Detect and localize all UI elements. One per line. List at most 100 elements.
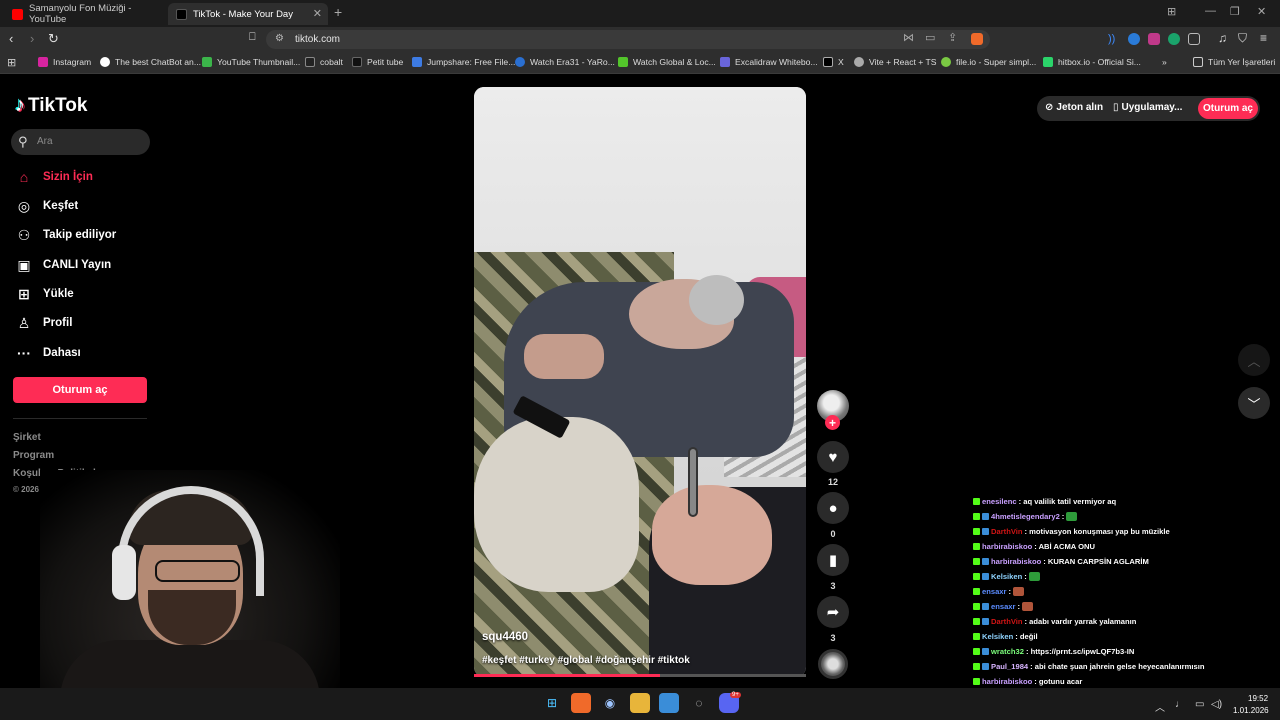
chat-username[interactable]: enesilenc	[982, 497, 1017, 506]
chat-username[interactable]: ensaxr	[982, 587, 1007, 596]
all-bookmarks-folder[interactable]: Tüm Yer İşaretleri	[1193, 57, 1275, 67]
follow-plus-icon[interactable]: +	[825, 415, 840, 430]
sidebar-toggle-icon[interactable]	[1188, 33, 1200, 45]
extension-green-icon[interactable]	[1168, 33, 1180, 45]
bookmark-excalidraw[interactable]: Excalidraw Whitebo...	[720, 57, 818, 67]
microphone-icon[interactable]: ♩	[1175, 699, 1185, 710]
file-explorer-icon[interactable]	[630, 693, 650, 713]
chat-badge-icon	[973, 513, 980, 520]
brave-taskbar-icon[interactable]	[571, 693, 591, 713]
video-caption[interactable]: #keşfet #turkey #global #doğanşehir #tik…	[482, 655, 690, 666]
new-tab-button[interactable]: +	[334, 4, 342, 20]
chat-username[interactable]: DarthVin	[991, 527, 1023, 536]
tab-search-icon[interactable]: ⊞	[1167, 5, 1176, 18]
media-icon[interactable]: ⋈	[903, 31, 914, 44]
bookmark-jumpshare[interactable]: Jumpshare: Free File...	[412, 57, 515, 67]
bookmark-instagram[interactable]: Instagram	[38, 57, 91, 67]
tiktok-logo[interactable]: ♪ TikTok	[15, 94, 87, 117]
music-disc-icon[interactable]	[818, 649, 848, 679]
site-info-icon[interactable]: ⚙	[275, 33, 284, 44]
person-icon: ♙	[17, 314, 31, 331]
footer-program-link[interactable]: Program	[13, 450, 54, 461]
get-app-button[interactable]: ▯ Uygulamay...	[1113, 102, 1182, 113]
volume-icon[interactable]: ◁)	[1211, 699, 1222, 710]
bookmark-vite[interactable]: Vite + React + TS	[854, 57, 937, 67]
nav-following[interactable]: ⚇ Takip ediliyor	[14, 224, 117, 246]
minimize-icon[interactable]: —	[1205, 5, 1216, 17]
close-window-icon[interactable]: ✕	[1257, 5, 1266, 18]
chat-username[interactable]: wratch32	[991, 647, 1024, 656]
chat-username[interactable]: harbirabiskoo	[982, 542, 1032, 551]
close-tab-icon[interactable]: ✕	[313, 7, 322, 20]
comment-button[interactable]: ●	[817, 492, 849, 524]
address-bar[interactable]	[266, 30, 990, 49]
windows-start-icon[interactable]: ⊞	[542, 693, 562, 713]
save-button[interactable]: ▮	[817, 544, 849, 576]
network-icon[interactable]: ▭	[1195, 699, 1204, 710]
app-clock-icon[interactable]: ◌	[689, 693, 709, 713]
steam-icon[interactable]: ◉	[600, 693, 620, 713]
chat-username[interactable]: harbirabiskoo	[991, 557, 1041, 566]
login-button[interactable]: Oturum aç	[13, 377, 147, 403]
brave-shield-icon[interactable]	[971, 33, 983, 45]
bookmark-chatbot[interactable]: The best ChatBot an...	[100, 57, 201, 67]
nav-live[interactable]: ▣ CANLI Yayın	[14, 254, 111, 276]
nav-for-you[interactable]: ⌂ Sizin İçin	[14, 166, 93, 188]
bookmark-era31[interactable]: Watch Era31 - YaRo...	[515, 57, 615, 67]
nav-more[interactable]: ··· Dahası	[14, 342, 81, 364]
nav-profile[interactable]: ♙ Profil	[14, 312, 73, 334]
chat-username[interactable]: harbirabiskoo	[982, 677, 1032, 686]
bookmark-fileio[interactable]: file.io - Super simpl...	[941, 57, 1036, 67]
forward-icon[interactable]: ›	[30, 31, 34, 46]
reload-icon[interactable]: ↻	[48, 31, 59, 47]
tab-youtube[interactable]: Samanyolu Fon Müziği - YouTube	[4, 3, 164, 25]
nav-upload[interactable]: ⊞ Yükle	[14, 283, 74, 305]
extension-wave-icon[interactable]: ))	[1108, 33, 1120, 45]
music-icon[interactable]: ♫	[1218, 31, 1227, 45]
footer-company-link[interactable]: Şirket	[13, 432, 41, 443]
apps-grid-icon[interactable]: ⊞	[7, 56, 16, 69]
video-author[interactable]: squ4460	[482, 631, 528, 643]
chat-username[interactable]: Kelsiken	[982, 632, 1013, 641]
chat-username[interactable]: Kelsiken	[991, 572, 1022, 581]
bookmark-youtube-thumbnail[interactable]: YouTube Thumbnail...	[202, 57, 300, 67]
bookmark-page-icon[interactable]: ⎕	[249, 31, 256, 44]
share-button[interactable]: ➦	[817, 596, 849, 628]
chat-username[interactable]: ensaxr	[991, 602, 1016, 611]
search-input[interactable]	[11, 129, 150, 155]
back-icon[interactable]: ‹	[9, 31, 13, 46]
coin-icon: ⊘	[1045, 102, 1054, 113]
bookmark-hitbox[interactable]: hitbox.io - Official Si...	[1043, 57, 1141, 67]
tab-tiktok[interactable]: TikTok - Make Your Day ✕	[168, 3, 328, 25]
video-player[interactable]	[474, 87, 806, 677]
get-coins-button[interactable]: ⊘ Jeton alın	[1045, 102, 1103, 113]
bookmark-cobalt[interactable]: cobalt	[305, 57, 343, 67]
thumbnail-icon	[202, 57, 212, 67]
next-video-button[interactable]: ﹀	[1238, 387, 1270, 419]
share-icon[interactable]: ⇪	[948, 31, 957, 44]
menu-icon[interactable]: ≡	[1260, 31, 1267, 45]
extension-pink-icon[interactable]	[1148, 33, 1160, 45]
x-icon	[823, 57, 833, 67]
cast-icon[interactable]: ▭	[925, 31, 935, 44]
previous-video-button[interactable]: ︿	[1238, 344, 1270, 376]
chat-message: 4hmetislegendary2:	[973, 512, 1078, 521]
chat-username[interactable]: DarthVin	[991, 617, 1023, 626]
bookmark-petit-tube[interactable]: Petit tube	[352, 57, 403, 67]
more-bookmarks-button[interactable]: »	[1162, 57, 1167, 67]
extension-blue-icon[interactable]	[1128, 33, 1140, 45]
top-login-button[interactable]: Oturum aç	[1198, 98, 1258, 119]
photos-icon[interactable]	[659, 693, 679, 713]
maximize-icon[interactable]: ❐	[1230, 5, 1240, 18]
chat-username[interactable]: 4hmetislegendary2	[991, 512, 1060, 521]
like-button[interactable]: ♥	[817, 441, 849, 473]
vpn-shield-icon[interactable]: ⛉	[1238, 31, 1247, 46]
nav-explore[interactable]: ◎ Keşfet	[14, 195, 78, 217]
bookmark-x[interactable]: X	[823, 57, 844, 67]
tray-expand-icon[interactable]: ︿	[1155, 699, 1165, 714]
bookmark-watch-global[interactable]: Watch Global & Loc...	[618, 57, 716, 67]
chevron-down-icon: ﹀	[1247, 396, 1261, 412]
chat-username[interactable]: Paul_1984	[991, 662, 1028, 671]
chat-text: :	[1061, 512, 1065, 521]
share-count: 3	[830, 633, 836, 643]
